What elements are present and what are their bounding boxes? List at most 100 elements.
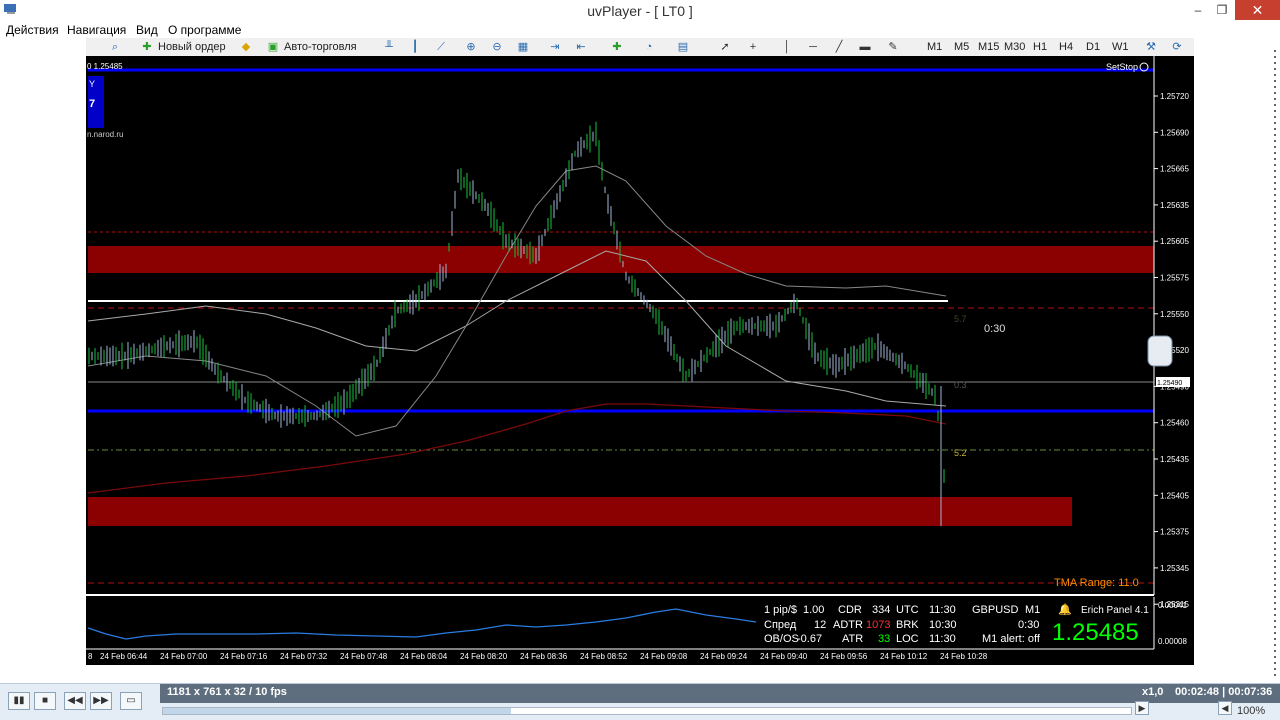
tf-h1[interactable]: H1 <box>1033 40 1047 54</box>
strip-dot <box>1274 242 1276 244</box>
strip-dot <box>1274 392 1276 394</box>
options-icon[interactable]: ⟳ <box>1170 40 1184 54</box>
strip-dot <box>1274 398 1276 400</box>
strip-dot <box>1274 278 1276 280</box>
chart-window[interactable]: 0 1.25485 Y 7 n.narod.ru SetStop 0:30 5.… <box>86 56 1194 665</box>
strip-dot <box>1274 218 1276 220</box>
close-button[interactable]: ✕ <box>1235 0 1280 20</box>
menu-actions[interactable]: Действия <box>6 23 59 37</box>
badge-line-2: 7 <box>89 98 95 110</box>
strip-dot <box>1274 68 1276 70</box>
strip-dot <box>1274 176 1276 178</box>
strip-dot <box>1274 386 1276 388</box>
time-tick-label: 24 Feb 07:00 <box>160 652 208 661</box>
time-tick-label: 24 Feb 09:40 <box>760 652 808 661</box>
volume-level[interactable]: 100% <box>1237 705 1265 717</box>
strip-dot <box>1274 506 1276 508</box>
horizontal-line-icon[interactable]: ─ <box>806 40 820 54</box>
strip-dot <box>1274 596 1276 598</box>
strip-dot <box>1274 188 1276 190</box>
panel-adtr-value: 1073 <box>866 619 890 631</box>
fullscreen-button[interactable]: ▭ <box>120 692 142 710</box>
strip-dot <box>1274 476 1276 478</box>
strip-dot <box>1274 626 1276 628</box>
tf-m5[interactable]: M5 <box>954 40 969 54</box>
zoom-icon[interactable]: ⌕ <box>108 40 122 54</box>
zoom-in-icon[interactable]: ⊕ <box>464 40 478 54</box>
strip-dot <box>1274 446 1276 448</box>
auto-trading-button[interactable]: Авто-торговля <box>284 40 357 54</box>
time-tick-label: 8 <box>88 652 93 661</box>
panel-cdr-label: CDR <box>838 604 862 616</box>
price-tick-label: 1.25435 <box>1160 455 1189 464</box>
indicators-icon[interactable]: ✚ <box>610 40 624 54</box>
strip-dot <box>1274 56 1276 58</box>
menu-view[interactable]: Вид <box>136 23 158 37</box>
price-chart[interactable]: 0 1.25485 Y 7 n.narod.ru SetStop 0:30 5.… <box>86 56 1194 665</box>
channel-icon[interactable]: ▬ <box>858 40 872 54</box>
maximize-button[interactable]: ❐ <box>1208 0 1236 20</box>
volume-icon[interactable]: ◀ <box>1218 701 1232 715</box>
coins-icon[interactable]: ◆ <box>239 40 253 54</box>
bar-chart-icon[interactable]: ╨ <box>382 40 396 54</box>
cursor-icon[interactable]: ➚ <box>718 40 732 54</box>
tf-h4[interactable]: H4 <box>1059 40 1073 54</box>
menu-about[interactable]: О программе <box>168 23 241 37</box>
stop-button[interactable]: ■ <box>34 692 56 710</box>
vertical-line-icon[interactable]: │ <box>780 40 794 54</box>
strip-dot <box>1274 302 1276 304</box>
trendline-icon[interactable]: ╱ <box>832 40 846 54</box>
objects-icon[interactable]: ✎ <box>886 40 900 54</box>
time-tick-label: 24 Feb 08:36 <box>520 652 568 661</box>
panel-atr-label: ATR <box>842 633 863 645</box>
price-tick-label: 1.25720 <box>1160 92 1189 101</box>
forward-button[interactable]: ▶▶ <box>90 692 112 710</box>
strip-dot <box>1274 674 1276 676</box>
new-order-icon[interactable]: ✚ <box>140 40 154 54</box>
pause-button[interactable]: ▮▮ <box>8 692 30 710</box>
price-tick-label: 1.25550 <box>1160 310 1189 319</box>
bar-timer: 0:30 <box>984 323 1005 335</box>
window-title: uvPlayer - [ LT0 ] <box>587 3 693 19</box>
properties-icon[interactable]: ⚒ <box>1144 40 1158 54</box>
tf-m15[interactable]: M15 <box>978 40 999 54</box>
periods-icon[interactable]: ◔ <box>642 40 656 54</box>
panel-alert: M1 alert: off <box>982 633 1041 645</box>
chart-shift-icon[interactable]: ⇤ <box>574 40 588 54</box>
strip-dot <box>1274 236 1276 238</box>
line-chart-icon[interactable]: ⟋ <box>434 40 448 54</box>
panel-utc-value: 11:30 <box>929 604 956 616</box>
panel-brk-label: BRK <box>896 619 919 631</box>
strip-dot <box>1274 116 1276 118</box>
templates-icon[interactable]: ▤ <box>676 40 690 54</box>
tf-m1[interactable]: M1 <box>927 40 942 54</box>
tf-m30[interactable]: M30 <box>1004 40 1025 54</box>
strip-dot <box>1274 416 1276 418</box>
play-marker-icon[interactable]: ▶ <box>1135 701 1149 715</box>
tile-windows-icon[interactable]: ▦ <box>516 40 530 54</box>
strip-dot <box>1274 194 1276 196</box>
strip-dot <box>1274 602 1276 604</box>
strip-dot <box>1274 158 1276 160</box>
rewind-button[interactable]: ◀◀ <box>64 692 86 710</box>
auto-trading-icon[interactable]: ▣ <box>266 40 280 54</box>
seek-bar[interactable] <box>162 707 1132 715</box>
time-tick-label: 24 Feb 10:28 <box>940 652 988 661</box>
tf-w1[interactable]: W1 <box>1112 40 1129 54</box>
strip-dot <box>1274 554 1276 556</box>
zoom-out-icon[interactable]: ⊖ <box>490 40 504 54</box>
crosshair-icon[interactable]: + <box>746 40 760 54</box>
strip-dot <box>1274 638 1276 640</box>
candle-chart-icon[interactable]: ┃ <box>408 40 422 54</box>
playback-time: 00:02:48 | 00:07:36 <box>1175 686 1273 698</box>
tf-d1[interactable]: D1 <box>1086 40 1100 54</box>
strip-dot <box>1274 572 1276 574</box>
site-label: n.narod.ru <box>87 130 123 139</box>
resistance-zone <box>88 246 1154 273</box>
time-tick-label: 24 Feb 08:04 <box>400 652 448 661</box>
price-tick-label: 1.25405 <box>1160 491 1189 500</box>
autoscroll-icon[interactable]: ⇥ <box>548 40 562 54</box>
price-tick-label: 1.25665 <box>1160 165 1189 174</box>
new-order-button[interactable]: Новый ордер <box>158 40 226 54</box>
menu-navigation[interactable]: Навигация <box>67 23 126 37</box>
